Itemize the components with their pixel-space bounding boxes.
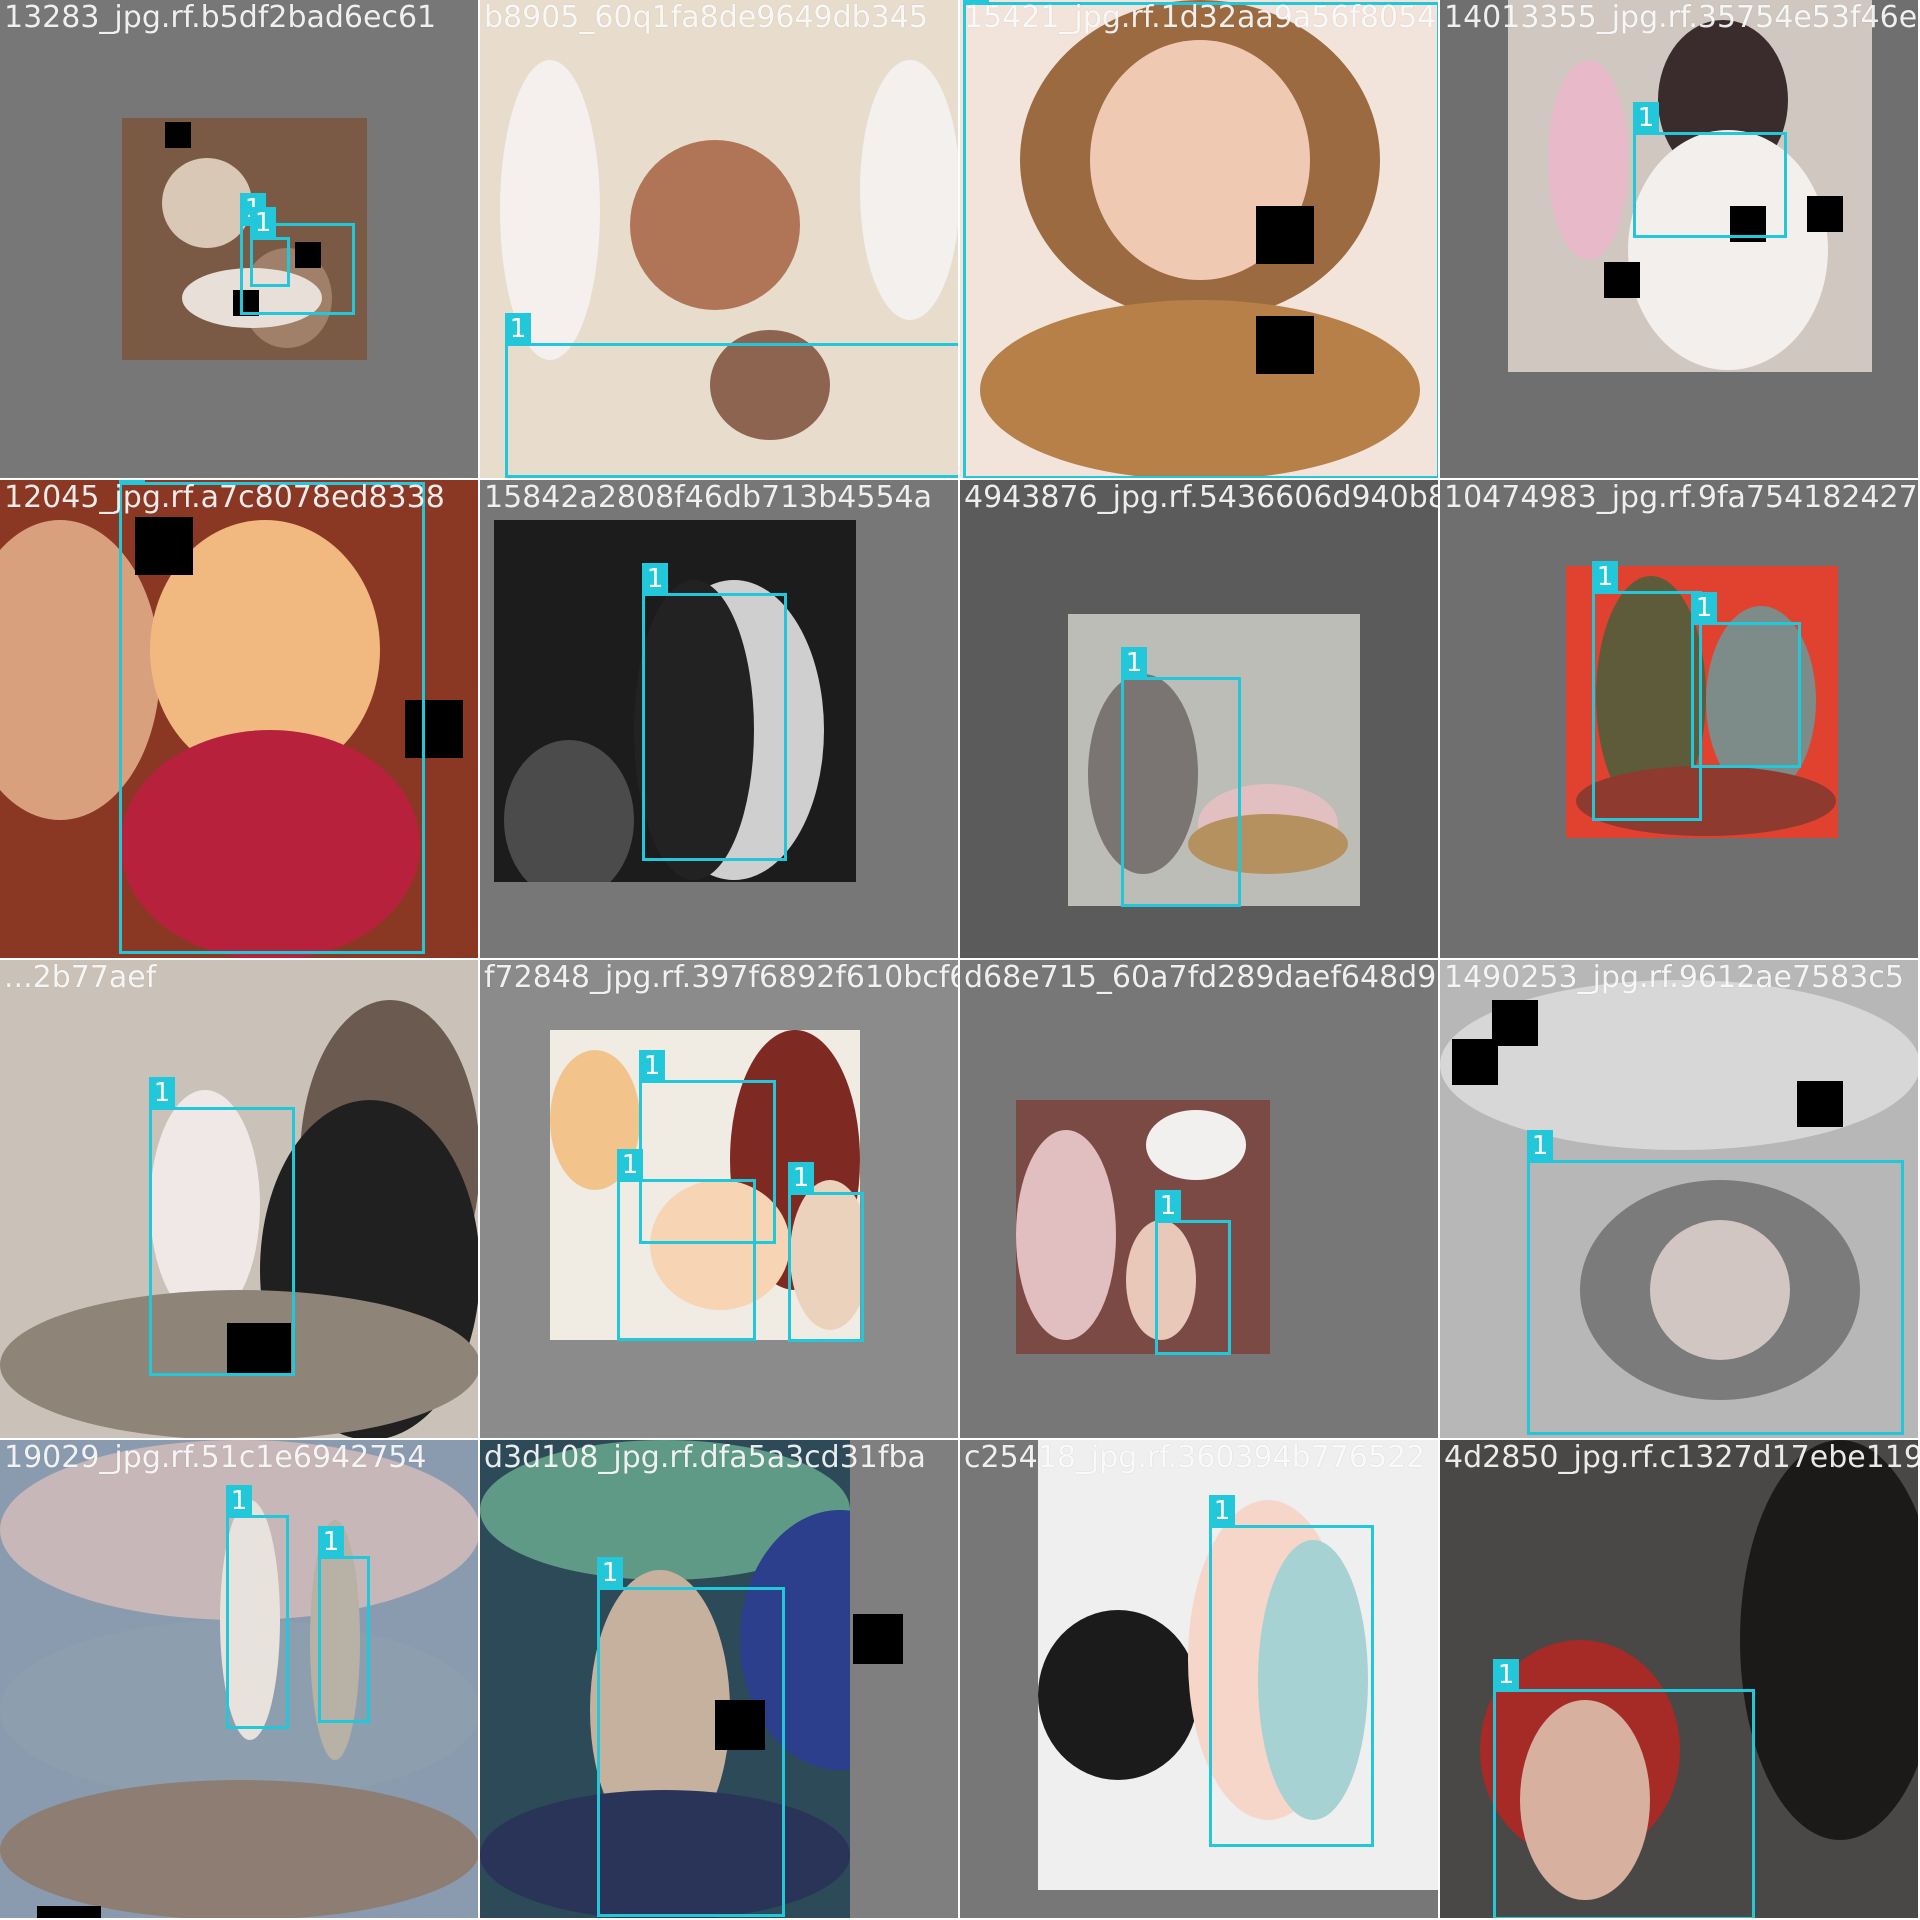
cutout-mask [1452, 1039, 1498, 1085]
cutout-mask [1797, 1081, 1843, 1127]
image-filename: 15842a2808f46db713b4554a [484, 480, 933, 515]
cutout-mask [1604, 262, 1640, 298]
image-filename: d3d108_jpg.rf.dfa5a3cd31fba [484, 1440, 926, 1475]
image-filename: 1490253_jpg.rf.9612ae7583c5 [1444, 960, 1904, 995]
mosaic-tile: 1 14013355_jpg.rf.35754e53f46e5 [1440, 0, 1920, 480]
class-label-tag: 1 [1121, 647, 1147, 680]
image-filename: 4943876_jpg.rf.5436606d940b8 [964, 480, 1440, 515]
mosaic-tile: 1 d68e715_60a7fd289daef648d9a [960, 960, 1440, 1440]
mosaic-tile: 1 1 19029_jpg.rf.51c1e6942754 [0, 1440, 480, 1920]
image-filename: 15421_jpg.rf.1d32aa9a56f8054 [964, 0, 1437, 35]
image-region [1740, 1440, 1918, 1840]
image-region [162, 158, 252, 248]
mosaic-tile: 1 4943876_jpg.rf.5436606d940b8 [960, 480, 1440, 960]
bounding-box: 1 [505, 313, 958, 478]
bounding-box: 1 [226, 1485, 289, 1729]
image-filename: 14013355_jpg.rf.35754e53f46e5 [1444, 0, 1920, 35]
mosaic-tile: 1 1 10474983_jpg.rf.9fa754182427d [1440, 480, 1920, 960]
class-label-tag: 1 [1155, 1190, 1181, 1223]
class-label-tag: 1 [1493, 1659, 1519, 1692]
bounding-box: 1 [1121, 647, 1241, 907]
image-filename: 19029_jpg.rf.51c1e6942754 [4, 1440, 427, 1475]
mosaic-tile: 1 4d2850_jpg.rf.c1327d17ebe1199 [1440, 1440, 1920, 1920]
bounding-box: 1 [788, 1162, 864, 1342]
bounding-box: 1 [1209, 1495, 1374, 1847]
mosaic-tile: 115421_jpg.rf.1d32aa9a56f8054 [960, 0, 1440, 480]
cutout-mask [853, 1614, 903, 1664]
bounding-box: 1 [642, 563, 787, 861]
bounding-box: 1 [1691, 592, 1801, 768]
cutout-mask [1807, 196, 1843, 232]
cutout-mask [37, 1906, 101, 1918]
image-region [504, 740, 634, 882]
bounding-box: 1 [1633, 102, 1787, 238]
image-filename: 10474983_jpg.rf.9fa754182427d [1444, 480, 1920, 515]
image-region [860, 60, 958, 320]
class-label-tag: 1 [1592, 561, 1618, 594]
class-label-tag: 1 [1633, 102, 1659, 135]
bounding-box: 1 [250, 207, 290, 287]
mosaic-tile: 1 ...2b77aef [0, 960, 480, 1440]
class-label-tag: 1 [639, 1050, 665, 1083]
image-region [0, 1780, 478, 1918]
image-filename: d68e715_60a7fd289daef648d9a [964, 960, 1440, 995]
class-label-tag: 1 [250, 207, 276, 240]
image-region [1016, 1130, 1116, 1340]
cutout-mask [165, 122, 191, 148]
image-filename: c25418_jpg.rf.360394b776522 [964, 1440, 1426, 1475]
class-label-tag: 1 [1527, 1130, 1553, 1163]
image-filename: 4d2850_jpg.rf.c1327d17ebe1199 [1444, 1440, 1920, 1475]
image-region [1146, 1110, 1246, 1180]
mosaic-tile: 112045_jpg.rf.a7c8078ed8338 [0, 480, 480, 960]
image-filename: f72848_jpg.rf.397f6892f610bcf6 [484, 960, 960, 995]
image-region [1038, 1610, 1198, 1780]
bounding-box: 1 [617, 1149, 756, 1341]
mosaic-tile: 1 1 1 f72848_jpg.rf.397f6892f610bcf6 [480, 960, 960, 1440]
bounding-box: 1 [597, 1557, 785, 1917]
image-filename: ...2b77aef [4, 960, 157, 995]
mosaic-tile: 1 15842a2808f46db713b4554a [480, 480, 960, 960]
image-region [630, 140, 800, 310]
class-label-tag: 1 [1691, 592, 1717, 625]
class-label-tag: 1 [505, 313, 531, 346]
training-image [1016, 1100, 1270, 1354]
class-label-tag: 1 [1209, 1495, 1235, 1528]
mosaic-tile: 1 1490253_jpg.rf.9612ae7583c5 [1440, 960, 1920, 1440]
image-region [1548, 60, 1628, 260]
mosaic-tile: 1 c25418_jpg.rf.360394b776522 [960, 1440, 1440, 1920]
class-label-tag: 1 [617, 1149, 643, 1182]
class-label-tag: 1 [597, 1557, 623, 1590]
detection-mosaic-grid: 1 1 13283_jpg.rf.b5df2bad6ec61 1 b8905_60q1f… [0, 0, 1920, 1920]
class-label-tag: 1 [642, 563, 668, 596]
bounding-box: 1 [1155, 1190, 1231, 1355]
image-filename: 13283_jpg.rf.b5df2bad6ec61 [4, 0, 437, 35]
mosaic-tile: 1 d3d108_jpg.rf.dfa5a3cd31fba [480, 1440, 960, 1920]
bounding-box: 1 [149, 1077, 295, 1376]
bounding-box: 1 [1493, 1659, 1755, 1918]
class-label-tag: 1 [318, 1526, 344, 1559]
image-filename: 12045_jpg.rf.a7c8078ed8338 [4, 480, 445, 515]
cutout-mask [1492, 1000, 1538, 1046]
mosaic-tile: 1113283_jpg.rf.b5df2bad6ec61 [0, 0, 480, 480]
bounding-box: 1 [1527, 1130, 1904, 1435]
class-label-tag: 1 [788, 1162, 814, 1195]
bounding-box: 1 [963, 0, 1438, 478]
mosaic-tile: 1 b8905_60q1fa8de9649db345 [480, 0, 960, 480]
bounding-box: 1 [1592, 561, 1702, 821]
class-label-tag: 1 [149, 1077, 175, 1110]
class-label-tag: 1 [226, 1485, 252, 1518]
bounding-box: 1 [119, 480, 425, 954]
image-filename: b8905_60q1fa8de9649db345 [484, 0, 928, 35]
bounding-box: 1 [318, 1526, 370, 1723]
